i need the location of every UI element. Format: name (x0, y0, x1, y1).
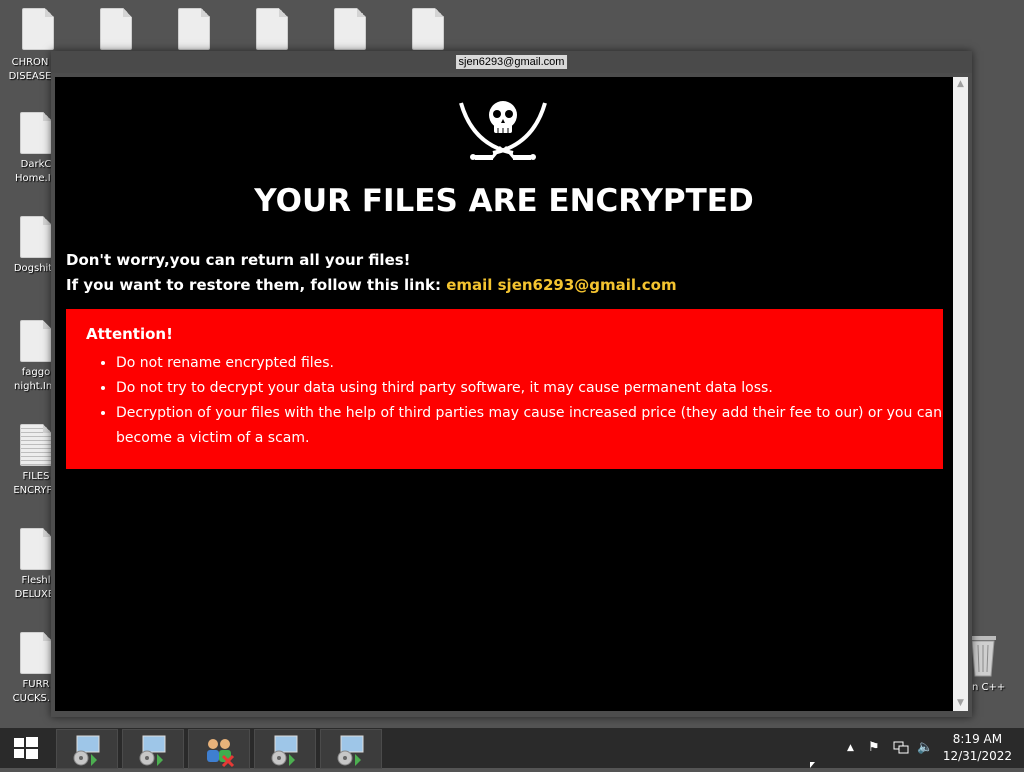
attention-box: Attention! Do not rename encrypted files… (66, 309, 943, 469)
file-icon (178, 8, 210, 50)
taskbar-button-installer-2[interactable] (122, 729, 184, 769)
desktop-file-icon[interactable] (242, 8, 302, 50)
users-icon (207, 739, 235, 768)
ransom-note-content: YOUR FILES ARE ENCRYPTED Don't worry,you… (55, 77, 953, 711)
ransom-note-window: sjen6293@gmail.com YOUR FILES ARE ENCRYP… (51, 51, 972, 717)
recycle-bin-label: n C++ (972, 682, 1006, 693)
clock-time: 8:19 AM (952, 732, 1003, 746)
installer-icon (337, 735, 364, 766)
contact-email-link[interactable]: email sjen6293@gmail.com (446, 276, 676, 294)
scroll-down-icon[interactable]: ▼ (953, 696, 968, 711)
desktop-file-icon[interactable] (320, 8, 380, 50)
network-icon[interactable] (893, 741, 909, 755)
file-icon (20, 632, 52, 674)
vertical-scrollbar[interactable]: ▲ ▼ (953, 77, 968, 711)
desktop-file-icon[interactable] (398, 8, 458, 50)
clock-date: 12/31/2022 (942, 749, 1012, 763)
text-file-icon (20, 424, 52, 466)
installer-icon (139, 735, 166, 766)
volume-icon[interactable]: 🔈 (917, 740, 933, 755)
desktop-file-icon[interactable] (86, 8, 146, 50)
window-title: sjen6293@gmail.com (455, 55, 568, 69)
file-icon (20, 320, 52, 362)
restore-line-prefix: If you want to restore them, follow this… (66, 276, 447, 294)
file-icon (334, 8, 366, 50)
system-clock[interactable]: 8:19 AM 12/31/2022 (943, 731, 1012, 765)
window-titlebar[interactable]: sjen6293@gmail.com (51, 51, 972, 73)
file-icon (412, 8, 444, 50)
scroll-up-icon[interactable]: ▲ (953, 77, 968, 92)
file-icon (100, 8, 132, 50)
taskbar-button-installer-3[interactable] (254, 729, 316, 769)
desktop-file-icon[interactable] (164, 8, 224, 50)
list-item: Decryption of your files with the help o… (116, 401, 942, 451)
installer-icon (73, 735, 100, 766)
mouse-cursor (810, 762, 815, 768)
file-icon (20, 528, 52, 570)
taskbar-button-installer-4[interactable] (320, 729, 382, 769)
intro-text: Don't worry,you can return all your file… (66, 248, 677, 298)
reassurance-line: Don't worry,you can return all your file… (66, 251, 411, 269)
skull-crossed-swords-icon (459, 101, 547, 160)
action-center-flag-icon[interactable]: ⚑ (868, 740, 880, 755)
taskbar-button-users[interactable] (188, 729, 250, 769)
installer-icon (271, 735, 298, 766)
list-item: Do not rename encrypted files. (116, 351, 942, 376)
attention-title: Attention! (86, 325, 173, 343)
show-hidden-icons-chevron-icon[interactable]: ▲ (847, 743, 854, 753)
list-item: Do not try to decrypt your data using th… (116, 376, 942, 401)
attention-list: Do not rename encrypted files. Do not tr… (86, 351, 942, 451)
file-icon (20, 216, 52, 258)
taskbar-button-installer-1[interactable] (56, 729, 118, 769)
headline: YOUR FILES ARE ENCRYPTED (254, 183, 754, 219)
file-icon (256, 8, 288, 50)
restore-line: If you want to restore them, follow this… (66, 273, 677, 298)
file-icon (20, 112, 52, 154)
windows-start-icon[interactable] (0, 728, 52, 768)
taskbar: ▲ ⚑ 🔈 8:19 AM 12/31/2022 (0, 728, 1024, 769)
